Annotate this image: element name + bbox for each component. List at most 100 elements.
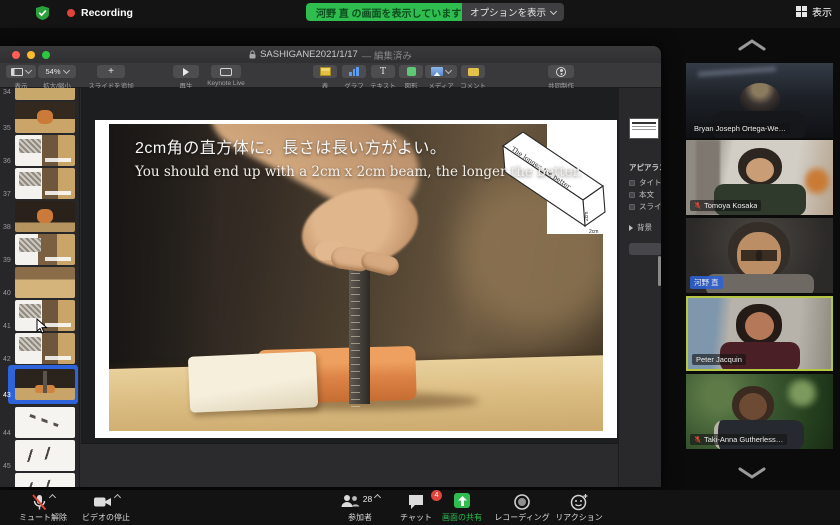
slide-navigator: 34 35 36 37 38 39 40 41 42 43 44 45 46 [0, 88, 80, 487]
video-camera-icon [93, 493, 112, 511]
presenter-notes-area[interactable] [81, 443, 618, 487]
white-wood-block [188, 351, 318, 413]
toolbar-add-slide[interactable]: + スライドを追加 [88, 65, 134, 90]
view-icon [11, 68, 23, 76]
toolbar-play[interactable]: 再生 [172, 65, 200, 90]
current-slide[interactable]: The longer, the better 2cm 2cm 2cm角の直方体に… [95, 120, 617, 438]
mouse-cursor [36, 318, 48, 334]
chat-bubble-icon [407, 493, 425, 511]
audio-options-caret[interactable] [49, 494, 56, 501]
participant-video-1[interactable]: Bryan Joseph Ortega-We… [686, 63, 833, 138]
checkbox-icon[interactable] [629, 180, 635, 186]
toolbar-collaborate[interactable]: 共同制作 [544, 65, 578, 90]
participant-video-2[interactable]: Tomoya Kosaka [686, 140, 833, 215]
recording-dot-icon [67, 9, 75, 17]
zoom-meeting-screen: Recording 河野 直 の画面を表示しています オプションを表示 表示 S… [0, 0, 840, 525]
participant-name-badge: Tomoya Kosaka [690, 200, 761, 211]
background-disclosure[interactable]: 背景 [629, 222, 652, 233]
beam-diagram: The longer, the better 2cm 2cm [497, 126, 611, 236]
participant-video-3[interactable]: 河野 直 [686, 218, 833, 293]
participants-options-caret[interactable] [374, 494, 381, 501]
window-edited-status: — 編集済み [362, 48, 412, 62]
meeting-control-bar: ミュート解除 ビデオの停止 28 参加者 4 チャット [0, 490, 840, 525]
toolbar-keynote-live[interactable]: Keynote Live [202, 65, 250, 87]
chevron-down-icon [550, 7, 557, 14]
share-screen-button[interactable]: 画面の共有 [436, 493, 488, 523]
beam-width-label: 2cm [589, 229, 598, 235]
toolbar-zoom[interactable]: 54% 拡大/縮小 [38, 65, 76, 90]
participant-video-4-active-speaker[interactable]: Peter Jacquin [686, 296, 833, 371]
panel-button-partial[interactable] [629, 243, 661, 255]
close-window-icon[interactable] [12, 51, 20, 59]
window-title: SASHIGANE2021/1/17 [260, 49, 358, 60]
option-slide-number-row[interactable]: スライド番号 [629, 201, 661, 212]
collaborate-icon [556, 67, 566, 77]
share-banner-text: 河野 直 の画面を表示しています [316, 5, 461, 20]
slide-thumbnail-39[interactable]: 39 [0, 234, 80, 265]
keynote-title-bar: SASHIGANE2021/1/17 — 編集済み [0, 46, 661, 63]
slide-thumbnail-45[interactable]: 45 [0, 440, 80, 471]
format-panel: アピアランス タイトル 本文 スライド番号 背景 [618, 88, 661, 487]
toolbar-comment[interactable]: コメント [458, 65, 488, 90]
slide-thumbnail-35[interactable]: 35 [0, 102, 80, 133]
view-layout-label: 表示 [812, 4, 832, 19]
meeting-top-bar: Recording 河野 直 の画面を表示しています オプションを表示 表示 [0, 0, 840, 28]
checkbox-icon[interactable] [629, 192, 635, 198]
chat-button[interactable]: 4 チャット [394, 493, 438, 523]
window-traffic-lights[interactable] [12, 51, 50, 59]
slide-thumbnail-42[interactable]: 42 [0, 333, 80, 364]
appearance-header: アピアランス [629, 162, 661, 173]
participant-name-badge: Taki-Anna Gutherless… [690, 434, 787, 445]
view-layout-button[interactable]: 表示 [796, 4, 832, 19]
toolbar-table[interactable]: 表 [312, 65, 338, 90]
toolbar-view[interactable]: 表示 [6, 65, 36, 90]
slide-thumbnail-43-selected[interactable]: 43 [0, 369, 80, 400]
scroll-participants-up-button[interactable] [736, 38, 768, 52]
muted-mic-icon [694, 201, 701, 210]
slide-layout-thumbnail[interactable] [629, 118, 659, 139]
share-options-label: オプションを表示 [470, 5, 546, 19]
slide-thumbnail-36[interactable]: 36 [0, 135, 80, 166]
chart-icon [349, 67, 359, 76]
participants-button[interactable]: 28 参加者 [330, 493, 390, 523]
slide-thumbnail-38[interactable]: 38 [0, 201, 80, 232]
participant-name-badge: Peter Jacquin [692, 354, 746, 365]
minimize-window-icon[interactable] [27, 51, 35, 59]
reactions-button[interactable]: リアクション [552, 493, 606, 523]
scroll-participants-down-button[interactable] [736, 466, 768, 480]
keynote-toolbar: 表示 54% 拡大/縮小 + スライドを追加 再生 Keynote Live 表 [0, 63, 661, 88]
share-screen-icon [454, 493, 470, 508]
toolbar-shape[interactable]: 図形 [398, 65, 424, 90]
muted-mic-icon [694, 435, 701, 444]
share-options-button[interactable]: オプションを表示 [462, 3, 564, 21]
toolbar-text[interactable]: T テキスト [368, 65, 398, 90]
checkbox-icon[interactable] [629, 204, 635, 210]
recording-button[interactable]: レコーディング [490, 493, 554, 523]
stop-video-button[interactable]: ビデオの停止 [76, 493, 136, 523]
smiley-icon [570, 493, 589, 511]
slide-thumbnail-37[interactable]: 37 [0, 168, 80, 199]
slide-thumbnail-40[interactable]: 40 [0, 267, 80, 298]
participant-video-5[interactable]: Taki-Anna Gutherless… [686, 374, 833, 449]
lock-icon [249, 50, 256, 59]
disclosure-triangle-icon [629, 225, 633, 231]
unmute-button[interactable]: ミュート解除 [14, 493, 72, 523]
toolbar-chart[interactable]: グラフ [340, 65, 368, 90]
option-body-row[interactable]: 本文 [629, 189, 654, 200]
toolbar-keynote-live-label: Keynote Live [202, 80, 250, 87]
zoom-window-icon[interactable] [42, 51, 50, 59]
beam-height-label: 2cm [584, 212, 590, 221]
media-icon [431, 67, 443, 76]
panel-scrollbar[interactable] [658, 256, 661, 286]
option-title-row[interactable]: タイトル [629, 177, 661, 188]
zoom-value: 54% [45, 67, 60, 76]
slide-thumbnail-46[interactable]: 46 [0, 473, 80, 487]
keynote-window: SASHIGANE2021/1/17 — 編集済み 表示 54% 拡大/縮小 +… [0, 46, 661, 487]
encryption-shield-icon [36, 6, 49, 20]
participants-count: 28 [363, 494, 372, 504]
slide-thumbnail-44[interactable]: 44 [0, 407, 80, 438]
video-options-caret[interactable] [113, 494, 120, 501]
participant-name-badge: 河野 直 [690, 276, 723, 289]
toolbar-media[interactable]: メディア [424, 65, 458, 90]
slide-thumbnail-34[interactable]: 34 [0, 88, 80, 100]
